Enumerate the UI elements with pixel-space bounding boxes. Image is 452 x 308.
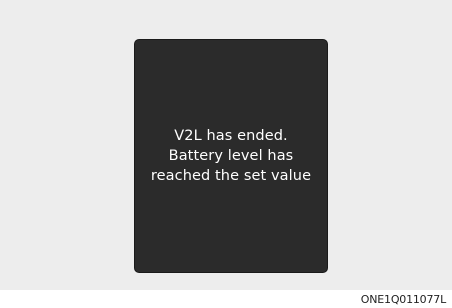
message-line-2: Battery level has xyxy=(168,148,294,164)
display-screen: V2L has ended. Battery level has reached… xyxy=(0,0,452,290)
message-line-3: reached the set value xyxy=(150,168,312,184)
popup-message: V2L has ended. Battery level has reached… xyxy=(151,126,311,186)
v2l-ended-popup: V2L has ended. Battery level has reached… xyxy=(134,39,328,273)
message-line-1: V2L has ended. xyxy=(174,128,288,144)
figure-code: ONE1Q011077L xyxy=(360,293,446,306)
